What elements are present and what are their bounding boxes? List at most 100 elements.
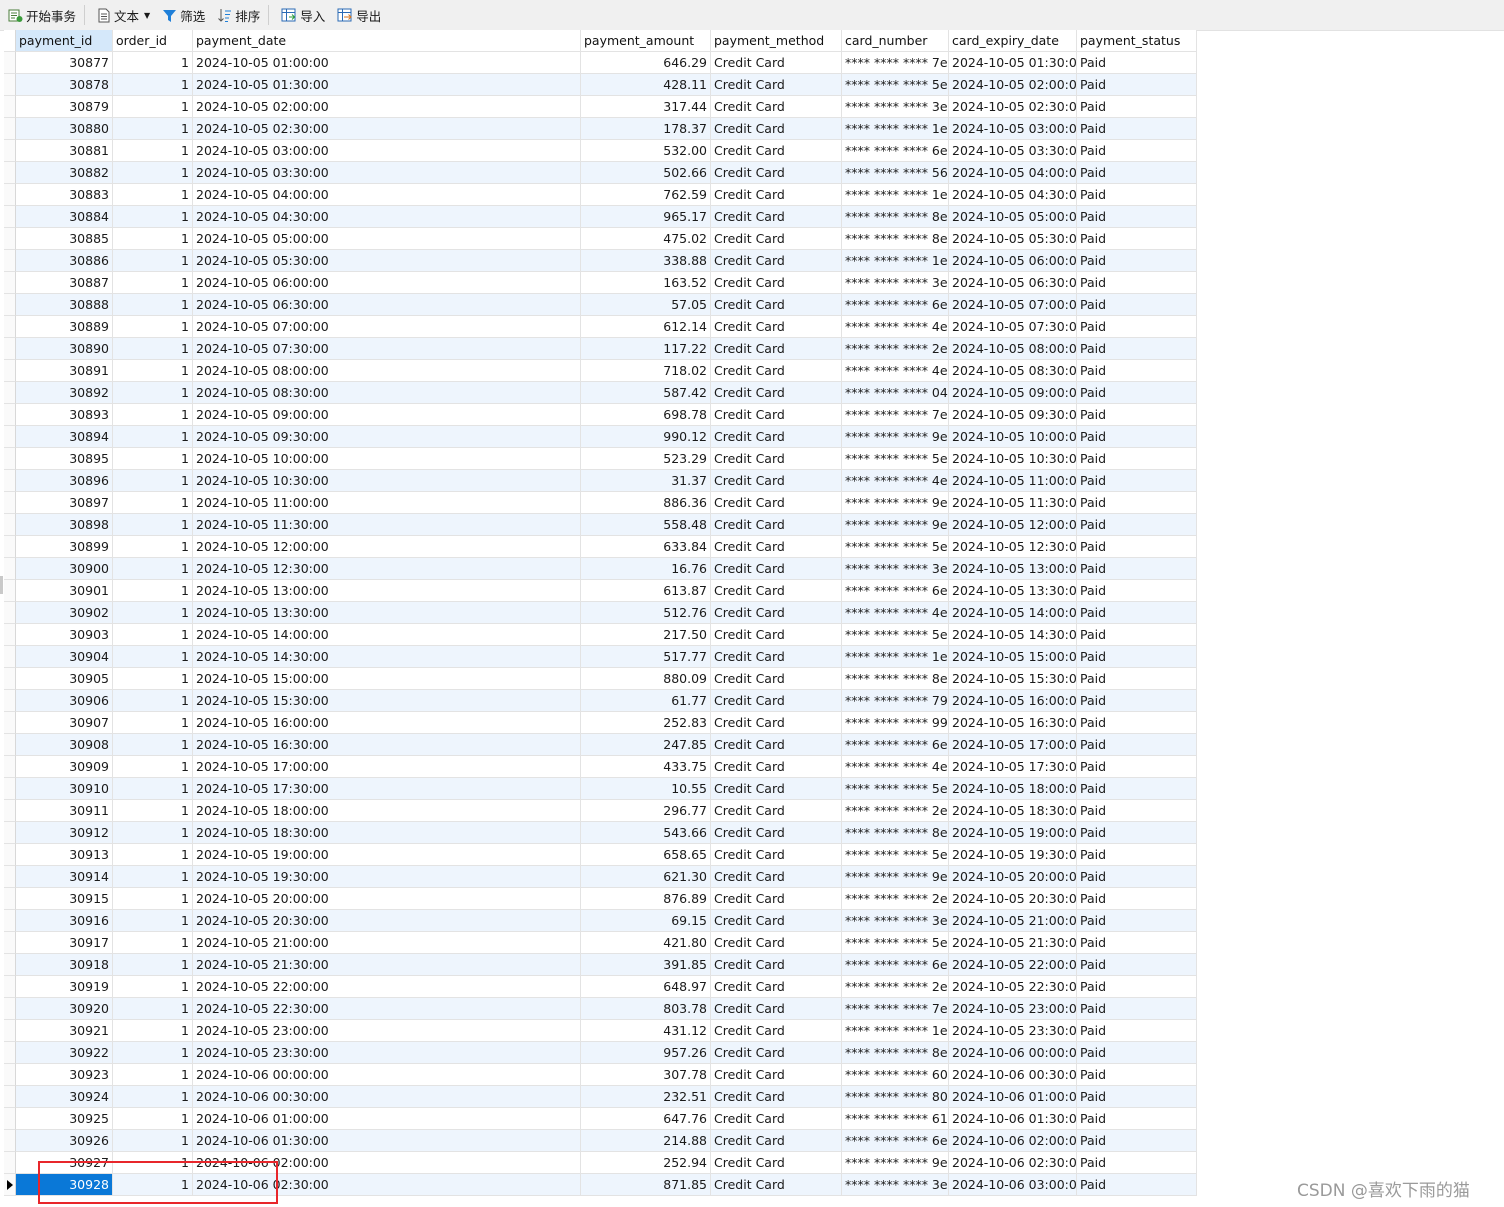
cell-payment-id[interactable]: 30891 [16, 360, 113, 382]
cell-payment-date[interactable]: 2024-10-05 21:30:00 [193, 954, 581, 976]
row-marker[interactable] [4, 712, 16, 734]
cell-payment-method[interactable]: Credit Card [711, 184, 842, 206]
cell-payment-method[interactable]: Credit Card [711, 338, 842, 360]
cell-payment-status[interactable]: Paid [1077, 1108, 1197, 1130]
table-row[interactable]: 30903 1 2024-10-05 14:00:00 217.50 Credit Ca… [4, 624, 1197, 646]
cell-payment-id[interactable]: 30921 [16, 1020, 113, 1042]
cell-payment-method[interactable]: Credit Card [711, 602, 842, 624]
cell-card-number[interactable]: **** **** **** 6e15 [842, 1130, 949, 1152]
cell-payment-method[interactable]: Credit Card [711, 514, 842, 536]
cell-payment-date[interactable]: 2024-10-05 12:00:00 [193, 536, 581, 558]
cell-payment-date[interactable]: 2024-10-05 13:00:00 [193, 580, 581, 602]
cell-payment-status[interactable]: Paid [1077, 470, 1197, 492]
splitter-handle[interactable] [0, 576, 3, 594]
cell-payment-amount[interactable]: 762.59 [581, 184, 711, 206]
cell-card-expiry-date[interactable]: 2024-10-05 03:00:00 [949, 118, 1077, 140]
cell-payment-id[interactable]: 30889 [16, 316, 113, 338]
cell-payment-status[interactable]: Paid [1077, 448, 1197, 470]
table-row[interactable]: 30909 1 2024-10-05 17:00:00 433.75 Credit Ca… [4, 756, 1197, 778]
cell-payment-id[interactable]: 30918 [16, 954, 113, 976]
cell-payment-date[interactable]: 2024-10-05 18:30:00 [193, 822, 581, 844]
cell-payment-method[interactable]: Credit Card [711, 646, 842, 668]
cell-card-expiry-date[interactable]: 2024-10-05 04:00:00 [949, 162, 1077, 184]
table-row[interactable]: 30916 1 2024-10-05 20:30:00 69.15 Credit Car… [4, 910, 1197, 932]
cell-payment-status[interactable]: Paid [1077, 140, 1197, 162]
table-row[interactable]: 30879 1 2024-10-05 02:00:00 317.44 Credit Ca… [4, 96, 1197, 118]
cell-payment-id[interactable]: 30894 [16, 426, 113, 448]
cell-payment-status[interactable]: Paid [1077, 52, 1197, 74]
cell-order-id[interactable]: 1 [113, 910, 193, 932]
cell-order-id[interactable]: 1 [113, 96, 193, 118]
cell-payment-status[interactable]: Paid [1077, 932, 1197, 954]
cell-card-number[interactable]: **** **** **** 6e15 [842, 734, 949, 756]
table-row[interactable]: 30882 1 2024-10-05 03:30:00 502.66 Credit Ca… [4, 162, 1197, 184]
cell-card-number[interactable]: **** **** **** 5e15 [842, 74, 949, 96]
cell-payment-amount[interactable]: 502.66 [581, 162, 711, 184]
cell-card-expiry-date[interactable]: 2024-10-05 09:30:00 [949, 404, 1077, 426]
cell-card-expiry-date[interactable]: 2024-10-05 06:30:00 [949, 272, 1077, 294]
cell-card-number[interactable]: **** **** **** 9e15 [842, 1152, 949, 1174]
cell-order-id[interactable]: 1 [113, 404, 193, 426]
table-row[interactable]: 30889 1 2024-10-05 07:00:00 612.14 Credit Ca… [4, 316, 1197, 338]
cell-payment-method[interactable]: Credit Card [711, 250, 842, 272]
cell-payment-date[interactable]: 2024-10-06 00:00:00 [193, 1064, 581, 1086]
cell-payment-id[interactable]: 30927 [16, 1152, 113, 1174]
cell-card-number[interactable]: **** **** **** 2e15 [842, 800, 949, 822]
cell-payment-id[interactable]: 30882 [16, 162, 113, 184]
cell-card-number[interactable]: **** **** **** 2e15 [842, 888, 949, 910]
cell-payment-status[interactable]: Paid [1077, 800, 1197, 822]
cell-card-number[interactable]: **** **** **** 0446 [842, 382, 949, 404]
cell-payment-id[interactable]: 30914 [16, 866, 113, 888]
row-marker[interactable] [4, 162, 16, 184]
cell-payment-date[interactable]: 2024-10-05 10:00:00 [193, 448, 581, 470]
cell-order-id[interactable]: 1 [113, 712, 193, 734]
table-row[interactable]: 30906 1 2024-10-05 15:30:00 61.77 Credit Car… [4, 690, 1197, 712]
cell-payment-status[interactable]: Paid [1077, 316, 1197, 338]
cell-card-number[interactable]: **** **** **** 4e15 [842, 756, 949, 778]
row-marker[interactable] [4, 448, 16, 470]
cell-card-expiry-date[interactable]: 2024-10-05 01:30:00 [949, 52, 1077, 74]
cell-payment-method[interactable]: Credit Card [711, 360, 842, 382]
cell-payment-amount[interactable]: 633.84 [581, 536, 711, 558]
cell-card-expiry-date[interactable]: 2024-10-06 02:30:00 [949, 1152, 1077, 1174]
cell-payment-date[interactable]: 2024-10-05 23:30:00 [193, 1042, 581, 1064]
cell-order-id[interactable]: 1 [113, 1108, 193, 1130]
cell-payment-amount[interactable]: 532.00 [581, 140, 711, 162]
row-marker[interactable] [4, 624, 16, 646]
cell-payment-date[interactable]: 2024-10-05 03:30:00 [193, 162, 581, 184]
cell-order-id[interactable]: 1 [113, 492, 193, 514]
cell-payment-id[interactable]: 30887 [16, 272, 113, 294]
table-row[interactable]: 30924 1 2024-10-06 00:30:00 232.51 Credit Ca… [4, 1086, 1197, 1108]
cell-payment-amount[interactable]: 658.65 [581, 844, 711, 866]
table-row[interactable]: 30895 1 2024-10-05 10:00:00 523.29 Credit Ca… [4, 448, 1197, 470]
cell-card-number[interactable]: **** **** **** 5e15 [842, 624, 949, 646]
cell-card-number[interactable]: **** **** **** 8e15 [842, 206, 949, 228]
row-marker[interactable] [4, 206, 16, 228]
cell-card-number[interactable]: **** **** **** 3e15 [842, 1174, 949, 1196]
cell-order-id[interactable]: 1 [113, 558, 193, 580]
cell-order-id[interactable]: 1 [113, 668, 193, 690]
table-row[interactable]: 30907 1 2024-10-05 16:00:00 252.83 Credit Ca… [4, 712, 1197, 734]
table-row[interactable]: 30925 1 2024-10-06 01:00:00 647.76 Credit Ca… [4, 1108, 1197, 1130]
cell-card-expiry-date[interactable]: 2024-10-05 12:00:00 [949, 514, 1077, 536]
cell-payment-id[interactable]: 30892 [16, 382, 113, 404]
cell-card-expiry-date[interactable]: 2024-10-05 05:30:00 [949, 228, 1077, 250]
table-row[interactable]: 30890 1 2024-10-05 07:30:00 117.22 Credit Ca… [4, 338, 1197, 360]
cell-card-expiry-date[interactable]: 2024-10-05 17:00:00 [949, 734, 1077, 756]
cell-payment-status[interactable]: Paid [1077, 668, 1197, 690]
cell-payment-method[interactable]: Credit Card [711, 734, 842, 756]
row-marker[interactable] [4, 338, 16, 360]
cell-payment-status[interactable]: Paid [1077, 162, 1197, 184]
cell-payment-status[interactable]: Paid [1077, 96, 1197, 118]
row-marker[interactable] [4, 558, 16, 580]
cell-card-expiry-date[interactable]: 2024-10-06 00:30:00 [949, 1064, 1077, 1086]
row-marker[interactable] [4, 228, 16, 250]
cell-card-expiry-date[interactable]: 2024-10-05 22:00:00 [949, 954, 1077, 976]
table-row[interactable]: 30912 1 2024-10-05 18:30:00 543.66 Credit Ca… [4, 822, 1197, 844]
row-marker[interactable] [4, 382, 16, 404]
cell-payment-date[interactable]: 2024-10-05 05:00:00 [193, 228, 581, 250]
cell-payment-amount[interactable]: 512.76 [581, 602, 711, 624]
cell-card-number[interactable]: **** **** **** 1e15 [842, 250, 949, 272]
cell-payment-amount[interactable]: 957.26 [581, 1042, 711, 1064]
cell-payment-date[interactable]: 2024-10-05 08:00:00 [193, 360, 581, 382]
